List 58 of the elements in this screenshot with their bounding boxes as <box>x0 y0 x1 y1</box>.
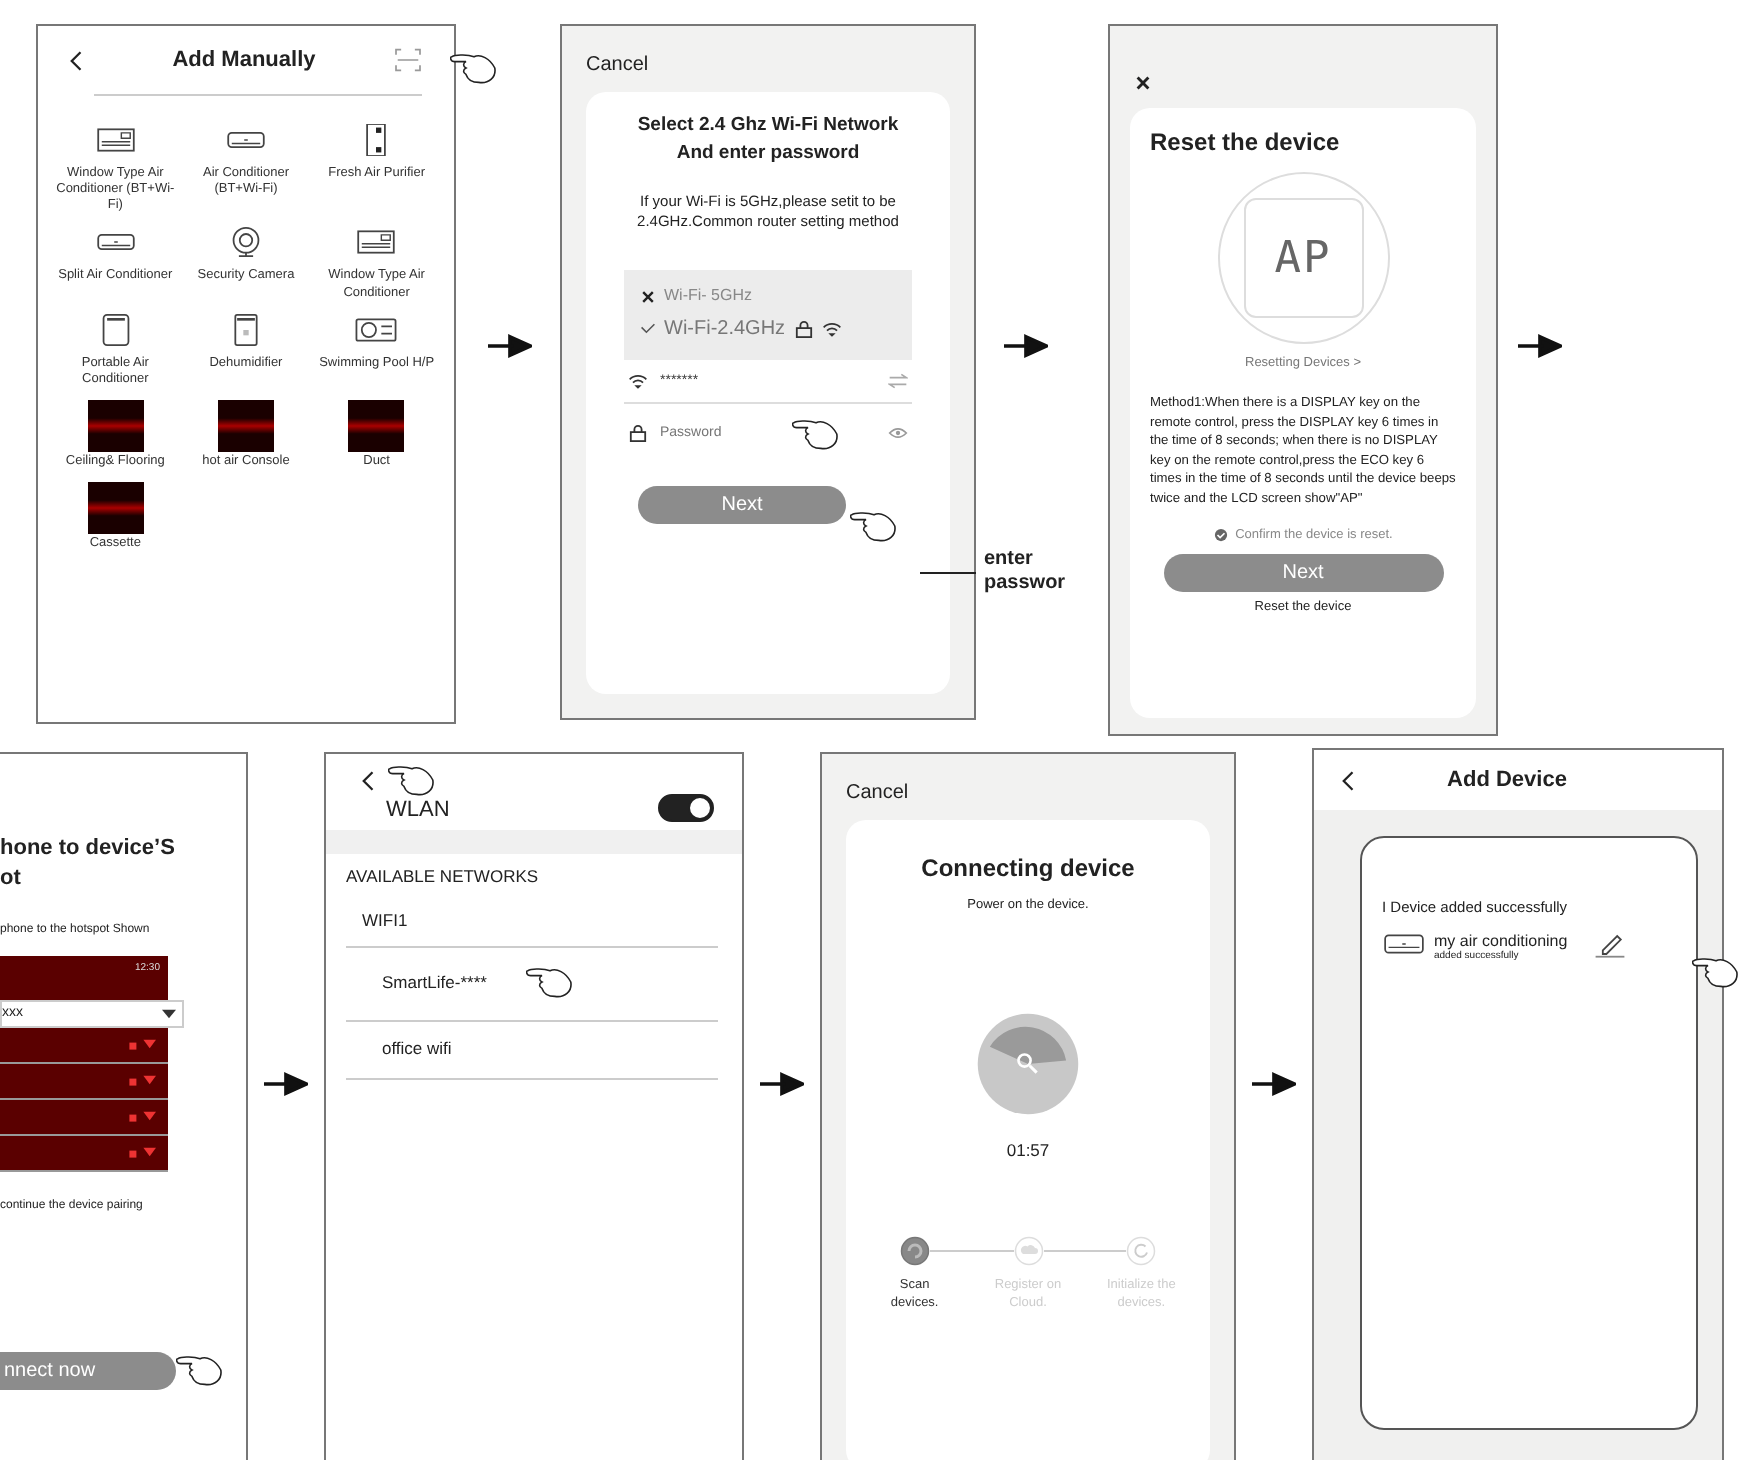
lock-icon <box>628 424 648 443</box>
arrow-icon <box>488 334 532 358</box>
photo-placeholder <box>87 399 144 452</box>
section-heading: AVAILABLE NETWORKS <box>346 866 541 886</box>
lock-wifi-icons <box>128 1110 156 1123</box>
card-title: Connecting device <box>921 852 1135 886</box>
cancel-link[interactable]: Cancel <box>586 54 950 76</box>
check-icon <box>640 322 656 337</box>
check-icon[interactable] <box>1213 528 1228 543</box>
screen-title: Add Device <box>1445 768 1569 792</box>
cross-icon <box>640 289 656 304</box>
photo-placeholder <box>87 482 144 534</box>
screen-title: hone to device’S <box>0 834 177 864</box>
hand-pointer-icon <box>792 415 840 452</box>
close-icon[interactable] <box>1134 74 1152 92</box>
network-item[interactable]: SmartLife-**** <box>382 972 487 992</box>
arrow-icon <box>1252 1072 1296 1096</box>
switch-icon[interactable] <box>888 371 908 390</box>
back-icon[interactable] <box>70 49 84 71</box>
card-title: Reset the device <box>1150 128 1340 156</box>
lock-wifi-icons <box>128 1146 156 1159</box>
arrow-icon <box>760 1072 804 1096</box>
photo-placeholder <box>217 399 274 452</box>
lock-wifi-icons <box>128 1074 156 1087</box>
card-title: And enter password <box>676 139 860 168</box>
network-option[interactable]: Wi-Fi-2.4GHz <box>640 311 912 348</box>
edit-icon[interactable] <box>1591 932 1628 958</box>
callout-text: enter passwor <box>984 548 1066 596</box>
photo-placeholder <box>348 399 405 452</box>
heat-pump-icon <box>354 313 399 346</box>
hand-pointer-icon <box>388 762 436 798</box>
countdown-timer: 01:57 <box>1006 1140 1050 1161</box>
arrow-icon <box>1004 334 1048 358</box>
back-icon[interactable] <box>362 769 376 791</box>
cancel-link[interactable]: Cancel <box>846 782 1210 804</box>
network-item[interactable]: office wifi <box>382 1038 452 1058</box>
window-unit-icon <box>354 226 399 259</box>
hand-pointer-icon <box>176 1352 224 1389</box>
eye-icon[interactable] <box>888 424 908 443</box>
screen-title: WLAN <box>386 798 450 822</box>
back-icon[interactable] <box>1342 769 1356 791</box>
scan-icon[interactable] <box>394 48 422 72</box>
card-title: Select 2.4 Ghz Wi-Fi Network <box>637 112 899 140</box>
arrow-icon <box>1518 334 1562 358</box>
search-progress-icon <box>976 1012 1080 1117</box>
screen-title: Add Manually <box>170 48 318 72</box>
split-unit-icon <box>1382 932 1426 956</box>
arrow-icon <box>264 1072 308 1096</box>
device-name: my air conditioning <box>1434 932 1568 950</box>
screen-title: ot <box>0 864 23 895</box>
network-item[interactable]: WIFI1 <box>362 910 408 930</box>
hand-pointer-icon <box>526 964 575 1000</box>
lcd-text: AP <box>1274 233 1332 283</box>
wlan-toggle[interactable] <box>658 794 714 822</box>
lock-wifi-icons <box>128 1038 156 1051</box>
hand-pointer-icon <box>850 507 898 544</box>
leader-line <box>920 571 976 573</box>
window-unit-icon <box>93 124 138 156</box>
